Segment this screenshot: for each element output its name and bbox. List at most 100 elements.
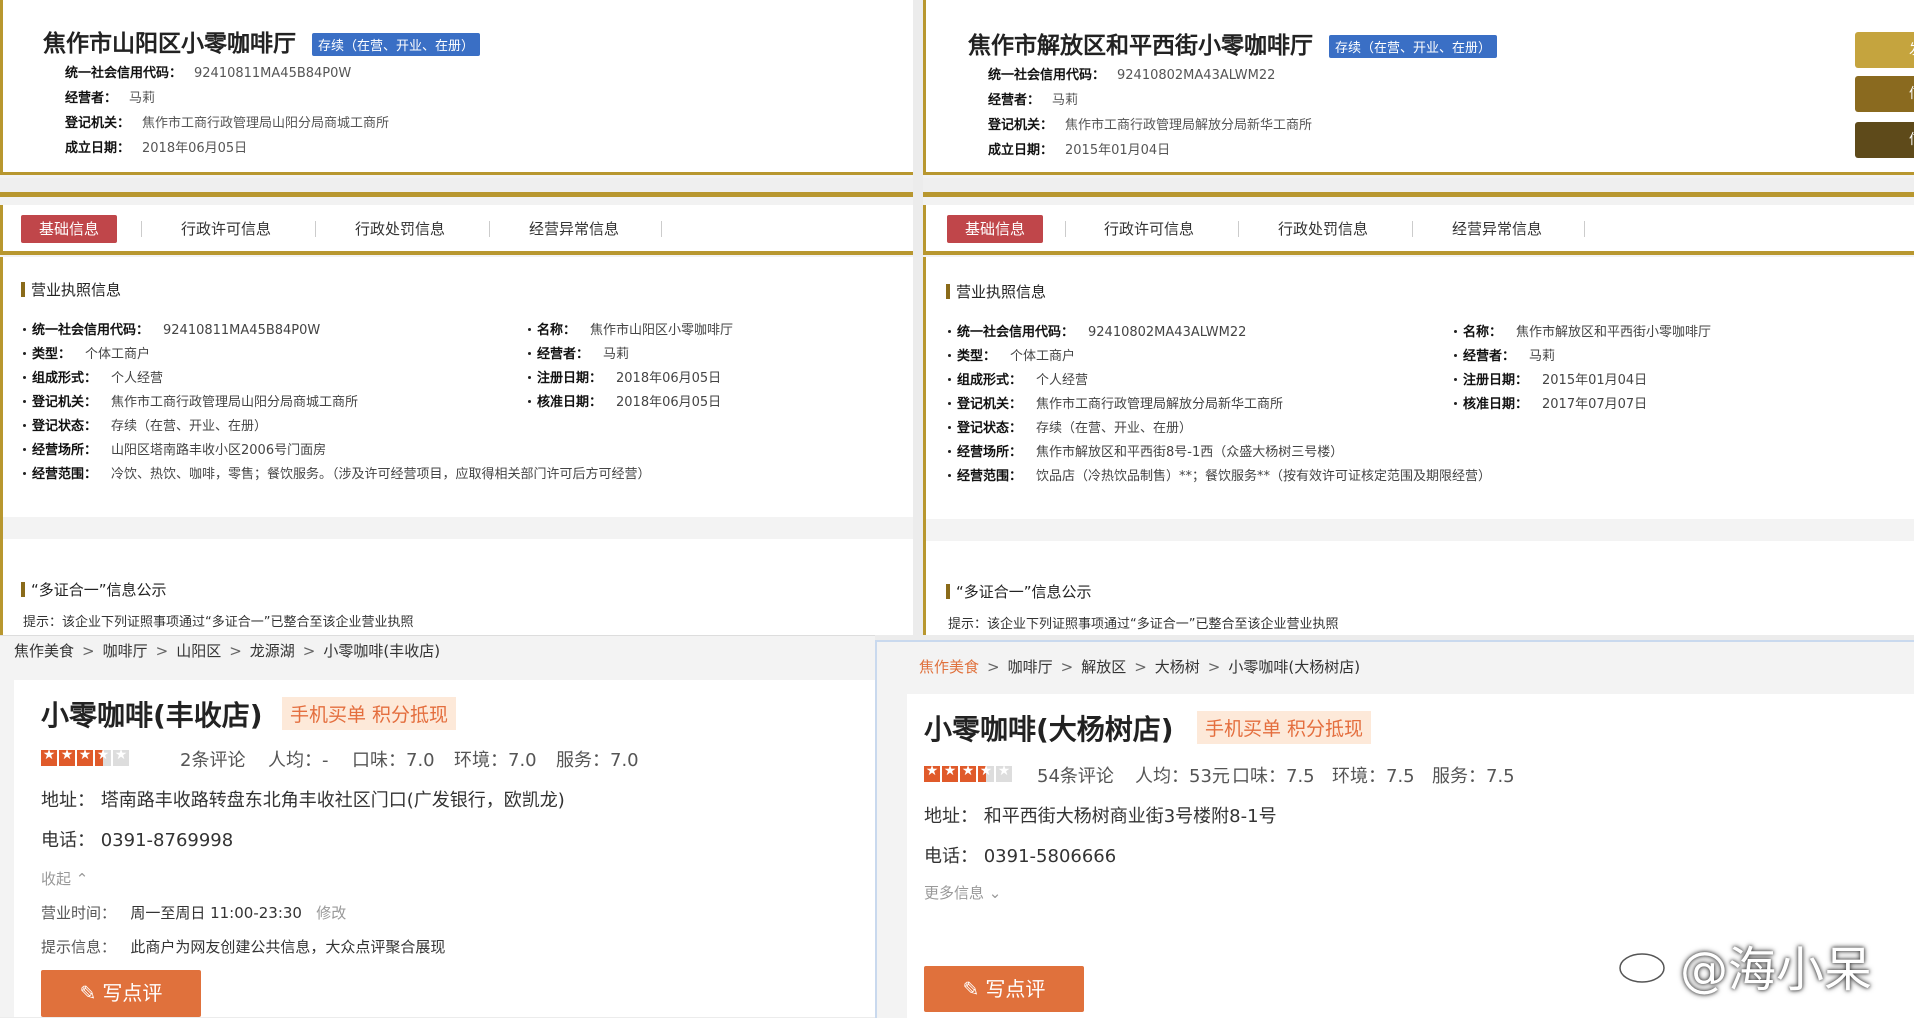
tab-admin-penalty[interactable]: 行政处罚信息 — [355, 215, 445, 243]
value: 存续（在营、开业、在册） — [1036, 421, 1193, 436]
bullet — [528, 352, 531, 355]
tab-basic-info[interactable]: 基础信息 — [947, 215, 1044, 243]
bullet — [528, 376, 531, 379]
bullet — [528, 328, 531, 331]
field-authority: 登记机关： 焦作市工商行政管理局解放分局新华工商所 — [948, 393, 1283, 412]
tab-bar: 基础信息 行政许可信息 行政处罚信息 经营异常信息 — [923, 205, 1914, 255]
label: 统一社会信用代码： — [32, 323, 150, 338]
value: 个人经营 — [1036, 373, 1089, 388]
breadcrumb-item[interactable]: 山阳区 — [176, 642, 221, 660]
company-name: 焦作市山阳区小零咖啡厅 存续（在营、开业、在册） — [43, 24, 481, 58]
value: 马莉 — [1052, 93, 1079, 108]
shop-name: 小零咖啡(大杨树店) — [924, 713, 1174, 746]
phone-line: 电话： 0391-5806666 — [924, 842, 1116, 868]
field-operator: 经营者： 马莉 — [528, 343, 629, 362]
label: 成立日期： — [65, 141, 131, 156]
value: 个人经营 — [111, 371, 164, 386]
tab-admin-license[interactable]: 行政许可信息 — [181, 215, 271, 243]
environment-score: 环境：7.5 — [1332, 766, 1415, 787]
edge-button-3[interactable]: 信 — [1855, 122, 1914, 158]
address-label: 地址： — [41, 790, 95, 811]
promo-tag[interactable]: 手机买单 积分抵现 — [1197, 711, 1372, 744]
star-half-icon — [95, 747, 111, 766]
write-review-button[interactable]: ✎ 写点评 — [924, 966, 1084, 1012]
edge-button-2[interactable]: 信 — [1855, 76, 1914, 112]
value: 马莉 — [129, 91, 156, 106]
address-value: 塔南路丰收路转盘东北角丰收社区门口(广发银行，欧凯龙) — [100, 790, 565, 811]
bullet — [23, 352, 26, 355]
breadcrumb-item[interactable]: 解放区 — [1081, 658, 1126, 676]
label: 核准日期： — [537, 395, 603, 410]
bullet — [1454, 330, 1457, 333]
rating-stars — [41, 747, 131, 768]
breadcrumb-item[interactable]: 咖啡厅 — [103, 642, 148, 660]
watermark-text: @海小呆 — [1680, 942, 1873, 998]
hours-label: 营业时间： — [41, 904, 117, 922]
breadcrumb-item[interactable]: 焦作美食 — [14, 642, 74, 660]
review-count[interactable]: 2条评论 — [180, 746, 245, 772]
breadcrumb-current: 小零咖啡(丰收店) — [323, 642, 441, 660]
breadcrumb: 焦作美食 > 咖啡厅 > 解放区 > 大杨树 > 小零咖啡(大杨树店) — [919, 656, 1360, 677]
field-type: 类型： 个体工商户 — [23, 343, 150, 362]
value: 焦作市工商行政管理局解放分局新华工商所 — [1065, 118, 1313, 133]
meta-authority: 登记机关： 焦作市工商行政管理局解放分局新华工商所 — [988, 114, 1312, 133]
value: 焦作市工商行政管理局解放分局新华工商所 — [1036, 397, 1284, 412]
tab-admin-license[interactable]: 行政许可信息 — [1104, 215, 1194, 243]
review-count[interactable]: 54条评论 — [1037, 762, 1114, 788]
field-form: 组成形式： 个人经营 — [948, 369, 1088, 388]
tip-label: 提示信息： — [41, 938, 117, 956]
company-name-text: 焦作市山阳区小零咖啡厅 — [43, 31, 296, 57]
shop-name: 小零咖啡(丰收店) — [41, 699, 263, 732]
registry-header: 焦作市山阳区小零咖啡厅 存续（在营、开业、在册） 统一社会信用代码： 9241081… — [0, 0, 913, 175]
value: 马莉 — [1529, 349, 1556, 364]
promo-tag[interactable]: 手机买单 积分抵现 — [282, 697, 457, 730]
meta-founded: 成立日期： 2015年01月04日 — [988, 139, 1170, 158]
phone-label: 电话： — [924, 846, 978, 867]
breadcrumb-item[interactable]: 焦作美食 — [919, 658, 979, 676]
gold-divider — [923, 178, 1914, 197]
value: 焦作市工商行政管理局山阳分局商城工商所 — [111, 395, 359, 410]
star-icon — [41, 747, 57, 766]
value: 2015年01月04日 — [1065, 143, 1171, 158]
label: 名称： — [537, 323, 577, 338]
breadcrumb: 焦作美食 > 咖啡厅 > 山阳区 > 龙源湖 > 小零咖啡(丰收店) — [14, 640, 440, 661]
breadcrumb-item[interactable]: 大杨树 — [1155, 658, 1200, 676]
label: 统一社会信用代码： — [957, 325, 1075, 340]
bullet — [23, 448, 26, 451]
tab-basic-info[interactable]: 基础信息 — [21, 215, 118, 243]
breadcrumb-separator: > — [82, 642, 95, 660]
multi-cert-hint: 提示：该企业下列证照事项通过“多证合一”已整合至该企业营业执照 — [948, 617, 1339, 632]
breadcrumb-separator: > — [987, 658, 1000, 676]
collapse-toggle[interactable]: 收起 ⌃ — [41, 868, 88, 889]
bullet — [1454, 378, 1457, 381]
more-info-toggle[interactable]: 更多信息 ⌄ — [924, 882, 1001, 903]
tab-bar: 基础信息 行政许可信息 行政处罚信息 经营异常信息 — [0, 205, 913, 255]
breadcrumb-separator: > — [155, 642, 169, 660]
breadcrumb-separator: > — [1060, 658, 1074, 676]
label: 类型： — [32, 347, 72, 362]
tab-admin-penalty[interactable]: 行政处罚信息 — [1278, 215, 1368, 243]
breadcrumb-item[interactable]: 龙源湖 — [250, 642, 295, 660]
breadcrumb-separator: > — [229, 642, 242, 660]
edge-button-1[interactable]: 发 — [1855, 32, 1914, 68]
value: 焦作市解放区和平西街小零咖啡厅 — [1516, 325, 1712, 340]
star-empty-icon — [996, 763, 1012, 782]
tab-divider — [315, 221, 316, 237]
chevron-down-icon: ⌄ — [988, 884, 1002, 902]
tab-divider — [1065, 221, 1066, 237]
field-place: 经营场所： 焦作市解放区和平西街8号-1西（众盛大杨树三号楼） — [948, 441, 1343, 460]
write-review-button[interactable]: ✎ 写点评 — [41, 970, 201, 1017]
section-title-multi-cert: “多证合一”信息公示 — [21, 579, 167, 600]
field-reg-date: 注册日期： 2018年06月05日 — [528, 367, 721, 386]
label: 组成形式： — [32, 371, 98, 386]
value: 92410802MA43ALWM22 — [1088, 325, 1247, 340]
value: 92410811MA45B84P0W — [194, 66, 352, 81]
edit-link[interactable]: 修改 — [316, 904, 346, 922]
bullet — [1454, 402, 1457, 405]
tab-abnormal[interactable]: 经营异常信息 — [1452, 215, 1542, 243]
breadcrumb-item[interactable]: 咖啡厅 — [1008, 658, 1053, 676]
value: 焦作市解放区和平西街8号-1西（众盛大杨树三号楼） — [1036, 445, 1344, 460]
bullet — [1454, 354, 1457, 357]
tab-abnormal[interactable]: 经营异常信息 — [529, 215, 619, 243]
spacer — [3, 517, 913, 539]
